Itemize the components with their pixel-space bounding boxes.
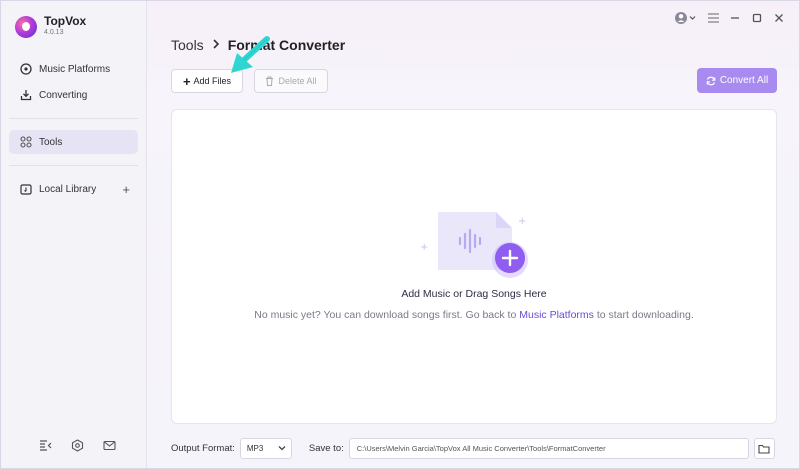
- annotation-arrow-icon: [231, 36, 270, 73]
- library-icon: [19, 183, 32, 196]
- refresh-icon: [706, 76, 716, 86]
- sidebar-item-music-platforms[interactable]: Music Platforms: [9, 57, 138, 81]
- svg-text:+: +: [518, 216, 526, 227]
- browse-folder-button[interactable]: [753, 438, 775, 459]
- sidebar-item-label: Music Platforms: [39, 63, 111, 75]
- sidebar-item-label: Local Library: [39, 183, 97, 195]
- save-to-label: Save to:: [308, 443, 344, 454]
- sidebar-divider: [9, 118, 138, 119]
- add-library-icon[interactable]: +: [122, 182, 130, 197]
- chevron-right-icon: [212, 38, 220, 52]
- sidebar-item-converting[interactable]: Converting: [9, 83, 138, 107]
- sidebar-item-tools[interactable]: Tools: [9, 130, 138, 154]
- account-icon[interactable]: [675, 11, 697, 25]
- sidebar-item-label: Converting: [39, 89, 88, 101]
- window-controls: [675, 11, 785, 25]
- settings-icon[interactable]: [71, 439, 85, 453]
- output-format-select[interactable]: MP3: [239, 438, 292, 459]
- minimize-icon[interactable]: [729, 11, 741, 25]
- output-format-value: MP3: [246, 444, 264, 453]
- collapse-icon[interactable]: [39, 439, 53, 453]
- maximize-icon[interactable]: [751, 11, 763, 25]
- output-format-label: Output Format:: [171, 443, 235, 454]
- trash-icon: [265, 76, 274, 86]
- sidebar-divider: [9, 165, 138, 166]
- app-logo: TopVox 4.0.13: [15, 15, 86, 38]
- music-disc-icon: [19, 63, 32, 76]
- convert-all-button[interactable]: Convert All: [697, 68, 777, 93]
- app-name: TopVox: [44, 14, 87, 28]
- drop-zone-subtitle-text: No music yet? You can download songs fir…: [254, 309, 517, 321]
- grid-icon: [19, 136, 32, 149]
- drop-zone-title: Add Music or Drag Songs Here: [401, 288, 547, 300]
- output-settings-bar: Output Format: MP3 Save to: C:\Users\Mel…: [171, 438, 775, 459]
- sidebar-footer: [39, 439, 117, 453]
- chevron-down-icon: [278, 444, 286, 454]
- menu-icon[interactable]: [707, 11, 719, 25]
- drop-zone-subtitle: No music yet? You can download songs fir…: [172, 309, 776, 321]
- drop-zone[interactable]: + + Add Music or Drag Songs Here No musi…: [171, 109, 777, 424]
- app-window: TopVox 4.0.13 Music Platforms Converting…: [0, 0, 800, 469]
- breadcrumb-tools[interactable]: Tools: [171, 37, 204, 53]
- close-icon[interactable]: [773, 11, 785, 25]
- topvox-logo-icon: [15, 15, 37, 38]
- mail-icon[interactable]: [103, 439, 117, 453]
- add-files-label: Add Files: [193, 76, 232, 86]
- app-version: 4.0.13: [44, 29, 64, 36]
- plus-icon: +: [182, 73, 191, 89]
- sidebar: TopVox 4.0.13 Music Platforms Converting…: [1, 1, 147, 468]
- sidebar-item-label: Tools: [39, 136, 63, 148]
- sidebar-item-local-library[interactable]: Local Library +: [9, 177, 138, 201]
- add-music-illustration-icon: + +: [420, 212, 528, 278]
- download-icon: [19, 89, 32, 102]
- folder-icon: [758, 444, 770, 454]
- convert-all-label: Convert All: [719, 75, 769, 86]
- svg-text:+: +: [420, 242, 428, 253]
- save-path-field[interactable]: C:\Users\Melvin Garcia\TopVox All Music …: [348, 438, 749, 459]
- drop-zone-subtitle-text: to start downloading.: [596, 309, 694, 321]
- music-platforms-link[interactable]: Music Platforms: [519, 309, 594, 321]
- delete-all-label: Delete All: [278, 76, 317, 86]
